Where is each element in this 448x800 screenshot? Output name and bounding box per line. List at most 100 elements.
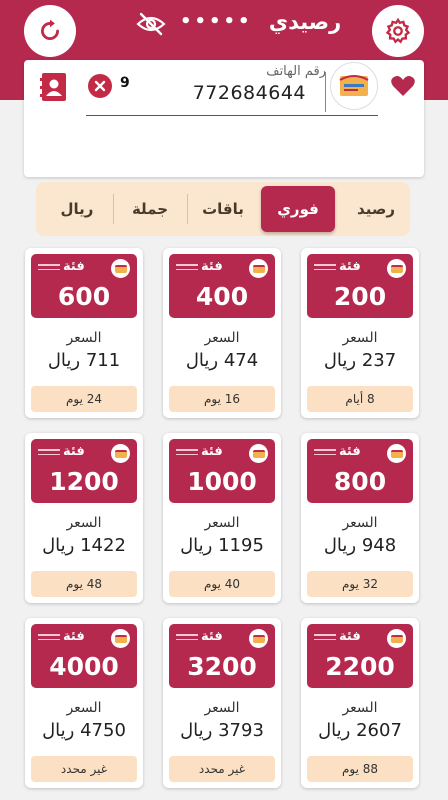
denomination-card[interactable]: فئة 200 السعر 237 ريال 8 أيام	[301, 248, 419, 418]
price-label: السعر	[342, 330, 378, 346]
card-duration: 40 يوم	[169, 571, 275, 597]
denomination-card[interactable]: فئة 1000 السعر 1195 ريال 40 يوم	[163, 433, 281, 603]
card-amount: 1200	[49, 467, 119, 496]
card-badge-icon	[249, 444, 268, 463]
price-label: السعر	[66, 700, 102, 716]
menu-lines-icon	[176, 264, 198, 273]
contacts-icon[interactable]	[40, 72, 68, 102]
menu-lines-icon	[176, 449, 198, 458]
close-icon	[94, 80, 106, 92]
card-category: فئة	[63, 629, 85, 644]
phone-input[interactable]: 772684644	[174, 82, 306, 104]
eye-off-icon[interactable]	[136, 12, 166, 36]
menu-lines-icon	[314, 449, 336, 458]
card-badge-icon	[387, 629, 406, 648]
card-amount: 800	[333, 467, 387, 496]
menu-lines-icon	[38, 264, 60, 273]
gear-icon	[385, 17, 411, 44]
card-category: فئة	[63, 444, 85, 459]
card-badge-icon	[249, 629, 268, 648]
price-label: السعر	[204, 330, 240, 346]
tab-packages[interactable]: باقات	[190, 186, 256, 232]
card-duration: غير محدد	[31, 756, 137, 782]
menu-lines-icon	[314, 264, 336, 273]
category-tabs: رصيد فوري باقات جملة ريال	[36, 182, 410, 236]
card-price: 237 ريال	[323, 350, 397, 371]
card-badge-icon	[111, 629, 130, 648]
denomination-card[interactable]: فئة 800 السعر 948 ريال 32 يوم	[301, 433, 419, 603]
page-title: رصيدي	[268, 10, 342, 34]
card-header: فئة 3200	[169, 624, 275, 688]
input-underline	[86, 115, 378, 116]
clear-input-button[interactable]	[88, 74, 112, 98]
card-category: فئة	[339, 629, 361, 644]
denomination-card[interactable]: فئة 2200 السعر 2607 ريال 88 يوم	[301, 618, 419, 788]
denomination-card[interactable]: فئة 400 السعر 474 ريال 16 يوم	[163, 248, 281, 418]
card-amount: 4000	[49, 652, 119, 681]
card-price: 711 ريال	[47, 350, 121, 371]
price-label: السعر	[342, 515, 378, 531]
tab-wholesale[interactable]: جملة	[116, 186, 184, 232]
denomination-card[interactable]: فئة 3200 السعر 3793 ريال غير محدد	[163, 618, 281, 788]
card-price: 1195 ريال	[180, 535, 264, 556]
price-label: السعر	[204, 515, 240, 531]
card-header: فئة 2200	[307, 624, 413, 688]
menu-lines-icon	[176, 634, 198, 643]
card-duration: 88 يوم	[307, 756, 413, 782]
divider	[325, 72, 326, 112]
card-category: فئة	[201, 629, 223, 644]
card-duration: 16 يوم	[169, 386, 275, 412]
recipient-card: 9 رقم الهاتف 772684644	[24, 60, 424, 177]
card-header: فئة 4000	[31, 624, 137, 688]
tab-riyal[interactable]: ريال	[42, 186, 112, 232]
denomination-card[interactable]: فئة 600 السعر 711 ريال 24 يوم	[25, 248, 143, 418]
card-header: فئة 400	[169, 254, 275, 318]
card-amount: 3200	[187, 652, 257, 681]
tab-divider	[187, 194, 188, 224]
denomination-card[interactable]: فئة 1200 السعر 1422 ريال 48 يوم	[25, 433, 143, 603]
card-category: فئة	[339, 444, 361, 459]
card-price: 1422 ريال	[42, 535, 126, 556]
card-header: فئة 1000	[169, 439, 275, 503]
menu-lines-icon	[38, 634, 60, 643]
operator-logo	[330, 62, 378, 110]
card-price: 474 ريال	[185, 350, 259, 371]
tab-instant[interactable]: فوري	[261, 186, 335, 232]
card-duration: غير محدد	[169, 756, 275, 782]
settings-button[interactable]	[372, 5, 424, 57]
card-duration: 24 يوم	[31, 386, 137, 412]
card-badge-icon	[249, 259, 268, 278]
masked-balance: •••••	[180, 11, 253, 32]
card-amount: 1000	[187, 467, 257, 496]
digit-count: 9	[120, 75, 130, 91]
card-category: فئة	[339, 259, 361, 274]
card-category: فئة	[201, 444, 223, 459]
price-label: السعر	[66, 330, 102, 346]
card-header: فئة 800	[307, 439, 413, 503]
card-amount: 200	[333, 282, 387, 311]
card-price: 4750 ريال	[42, 720, 126, 741]
card-amount: 2200	[325, 652, 395, 681]
card-price: 948 ريال	[323, 535, 397, 556]
card-category: فئة	[63, 259, 85, 274]
card-badge-icon	[387, 259, 406, 278]
card-duration: 8 أيام	[307, 386, 413, 412]
card-category: فئة	[201, 259, 223, 274]
refresh-icon	[41, 19, 59, 40]
price-label: السعر	[342, 700, 378, 716]
card-badge-icon	[387, 444, 406, 463]
phone-label: رقم الهاتف	[266, 64, 326, 79]
price-label: السعر	[66, 515, 102, 531]
card-badge-icon	[111, 444, 130, 463]
price-label: السعر	[204, 700, 240, 716]
denomination-card[interactable]: فئة 4000 السعر 4750 ريال غير محدد	[25, 618, 143, 788]
operator-logo-icon	[339, 75, 369, 96]
tab-balance[interactable]: رصيد	[346, 186, 406, 232]
refresh-button[interactable]	[24, 5, 76, 57]
tab-divider	[113, 194, 114, 224]
card-price: 2607 ريال	[318, 720, 402, 741]
favorite-heart-icon[interactable]	[390, 74, 416, 98]
menu-lines-icon	[314, 634, 336, 643]
card-duration: 48 يوم	[31, 571, 137, 597]
card-amount: 600	[57, 282, 111, 311]
